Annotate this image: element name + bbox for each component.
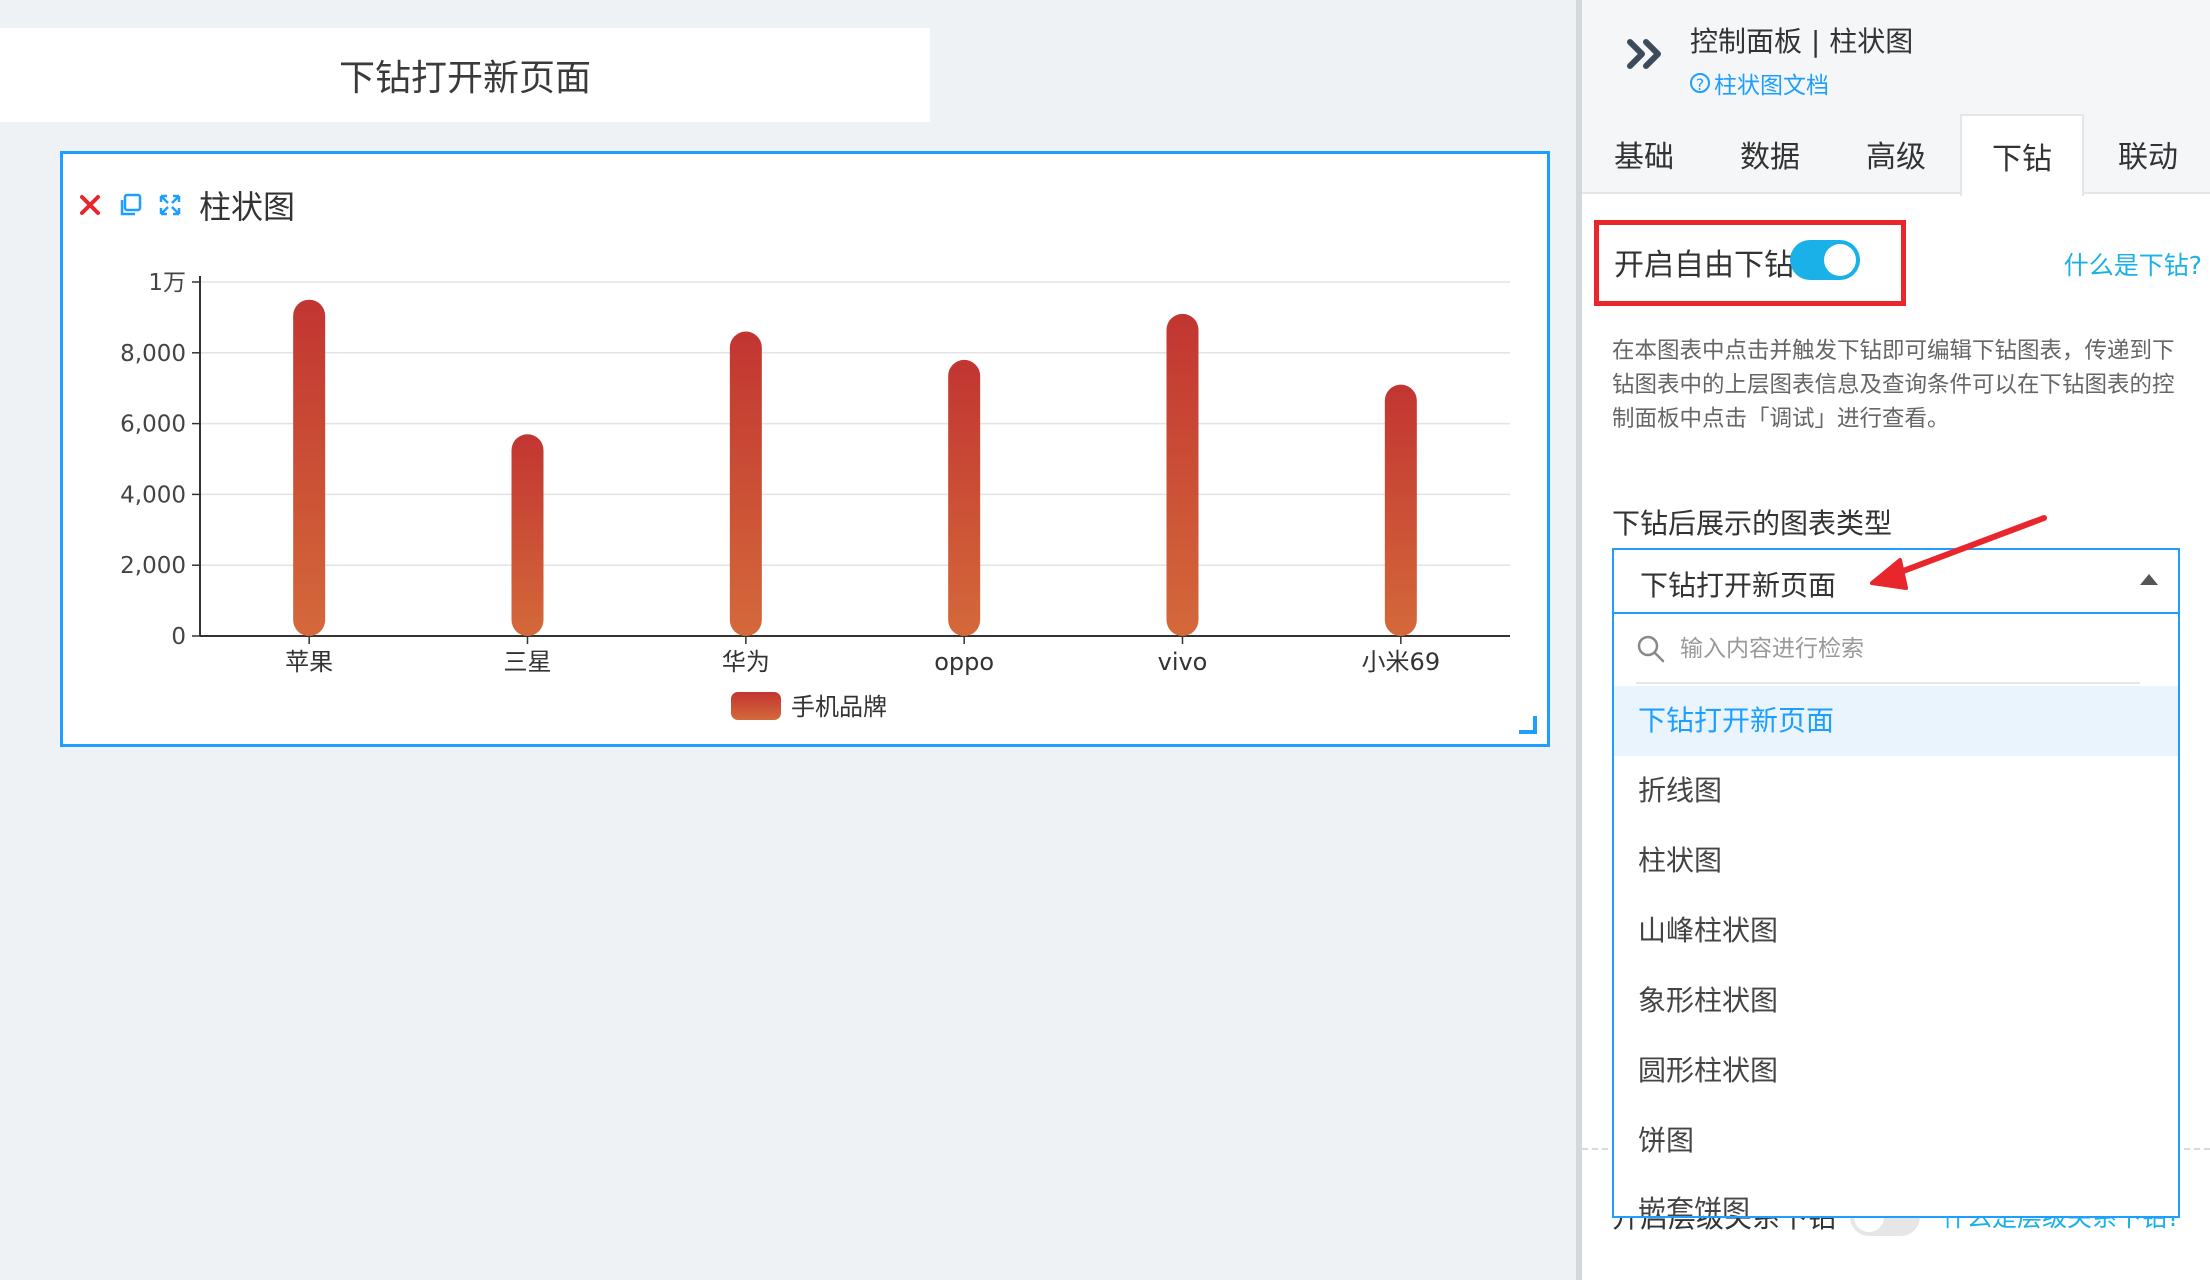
option-open-new-page[interactable]: 下钻打开新页面: [1614, 686, 2178, 756]
free-drill-toggle[interactable]: [1790, 240, 1860, 280]
chart-type-value: 下钻打开新页面: [1640, 569, 1837, 602]
y-tick-label: 6,000: [120, 412, 186, 438]
widget-title: 柱状图: [199, 188, 296, 226]
option-nested-pie-chart[interactable]: 嵌套饼图: [1614, 1176, 2178, 1216]
y-tick-label: 1万: [148, 270, 186, 296]
panel-header: 控制面板 | 柱状图 ? 柱状图文档: [1582, 0, 2210, 114]
x-tick-label: 三星: [504, 648, 552, 676]
what-is-drill-link[interactable]: 什么是下钻?: [2064, 246, 2202, 282]
close-icon[interactable]: [77, 192, 103, 218]
bar: [1384, 384, 1417, 636]
bar: [511, 434, 544, 636]
search-icon: [1636, 634, 1666, 664]
chart-type-dropdown: 下钻打开新页面 折线图 柱状图 山峰柱状图 象形柱状图 圆形柱状图 饼图 嵌套饼…: [1612, 614, 2180, 1218]
dropdown-search: [1636, 614, 2140, 684]
tab-drilldown[interactable]: 下钻: [1960, 114, 2084, 196]
option-round-bar-chart[interactable]: 圆形柱状图: [1614, 1036, 2178, 1106]
chart-type-label: 下钻后展示的图表类型: [1612, 507, 1893, 540]
y-tick-label: 2,000: [120, 553, 186, 579]
doc-link-text: 柱状图文档: [1714, 73, 1829, 99]
help-icon: ?: [1690, 73, 1710, 94]
y-tick-label: 4,000: [120, 482, 186, 508]
tab-label: 下钻: [1992, 142, 2052, 177]
free-drill-row: 开启自由下钻 什么是下钻?: [1594, 220, 2202, 306]
option-peak-bar-chart[interactable]: 山峰柱状图: [1614, 896, 2178, 966]
tab-basic[interactable]: 基础: [1582, 114, 1706, 194]
panel-tabs: 基础 数据 高级 下钻 联动: [1582, 114, 2210, 196]
drill-description: 在本图表中点击并触发下钻即可编辑下钻图表，传递到下钻图表中的上层图表信息及查询条…: [1612, 338, 2175, 432]
title-card-text: 下钻打开新页面: [338, 58, 591, 99]
bar: [293, 299, 326, 636]
dropdown-options: 下钻打开新页面 折线图 柱状图 山峰柱状图 象形柱状图 圆形柱状图 饼图 嵌套饼…: [1614, 686, 2178, 1216]
panel-title: 控制面板 | 柱状图: [1690, 25, 1914, 58]
widget-toolbar: 柱状图: [77, 182, 295, 228]
resize-handle[interactable]: [1519, 716, 1537, 734]
y-tick-label: 8,000: [120, 341, 186, 367]
tab-label: 数据: [1740, 140, 1800, 175]
tab-label: 高级: [1866, 140, 1926, 175]
tab-data[interactable]: 数据: [1708, 114, 1832, 194]
collapse-panel-icon[interactable]: [1624, 34, 1668, 74]
legend-label: 手机品牌: [791, 693, 887, 721]
x-tick-label: oppo: [934, 648, 994, 676]
option-pictorial-bar-chart[interactable]: 象形柱状图: [1614, 966, 2178, 1036]
control-panel: 控制面板 | 柱状图 ? 柱状图文档 基础 数据 高级 下钻 联动 开启自由下钻…: [1582, 0, 2210, 1280]
x-tick-label: 华为: [722, 648, 770, 676]
chart-type-select[interactable]: 下钻打开新页面: [1612, 548, 2180, 614]
option-line-chart[interactable]: 折线图: [1614, 756, 2178, 826]
legend-swatch: [731, 692, 781, 720]
option-pie-chart[interactable]: 饼图: [1614, 1106, 2178, 1176]
tab-label: 基础: [1614, 140, 1674, 175]
chart-widget[interactable]: 0 2,000 4,000 6,000 8,000 1万苹果 三星 华为 oppo vivo 小米6…: [60, 151, 1550, 747]
doc-link[interactable]: ? 柱状图文档: [1690, 66, 1829, 100]
dropdown-search-input[interactable]: [1678, 628, 2132, 670]
copy-icon[interactable]: [117, 192, 143, 218]
toggle-knob: [1824, 244, 1856, 276]
free-drill-label: 开启自由下钻: [1614, 248, 1794, 283]
tab-linkage[interactable]: 联动: [2086, 114, 2210, 194]
bar: [1166, 313, 1199, 636]
caret-up-icon: [2140, 574, 2158, 585]
bar: [729, 331, 762, 636]
tab-label: 联动: [2118, 140, 2178, 175]
fullscreen-icon[interactable]: [157, 192, 183, 218]
design-canvas: 下钻打开新页面 0 2,000 4,000 6,000 8,000 1万苹果 三星 华为 opp…: [0, 0, 1576, 1280]
y-tick-label: 0: [171, 624, 186, 650]
x-tick-label: 苹果: [285, 648, 333, 676]
tab-advanced[interactable]: 高级: [1834, 114, 1958, 194]
title-card[interactable]: 下钻打开新页面: [0, 28, 930, 122]
bar-chart: 0 2,000 4,000 6,000 8,000 1万苹果 三星 华为 oppo vivo 小米6…: [120, 270, 1510, 721]
bar: [948, 359, 981, 636]
x-tick-label: vivo: [1158, 648, 1208, 676]
x-tick-label: 小米69: [1362, 648, 1441, 676]
option-bar-chart[interactable]: 柱状图: [1614, 826, 2178, 896]
